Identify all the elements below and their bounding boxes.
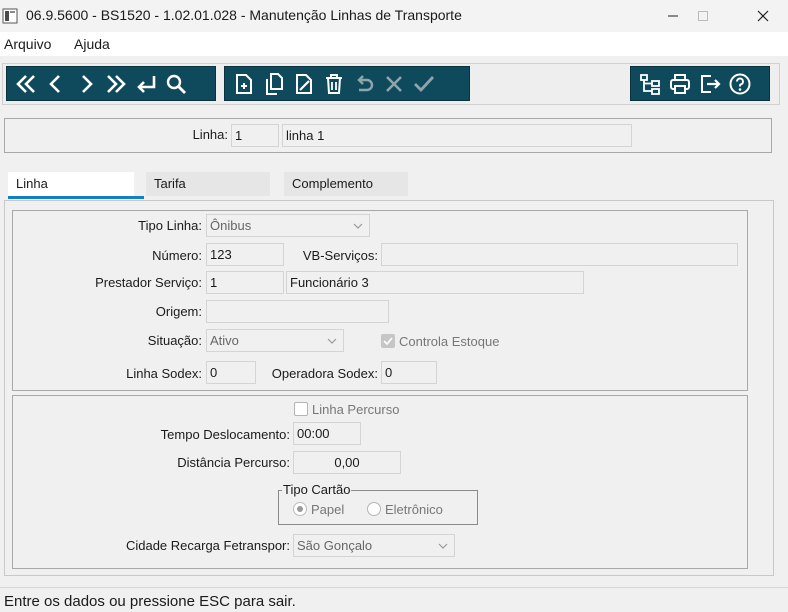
first-record-button[interactable] — [11, 67, 41, 100]
tempo-deslocamento-label: Tempo Deslocamento: — [160, 427, 290, 442]
status-text: Entre os dados ou pressione ESC para sai… — [4, 593, 296, 610]
utility-toolbar-group — [630, 66, 770, 101]
linha-percurso-label: Linha Percurso — [312, 402, 400, 417]
linha-sodex-label: Linha Sodex: — [126, 366, 202, 381]
checkmark-icon — [383, 337, 393, 346]
exit-button[interactable] — [695, 67, 725, 100]
window-title: 06.9.5600 - BS1520 - 1.02.01.028 - Manut… — [26, 7, 462, 23]
print-icon — [670, 73, 690, 94]
papel-label: Papel — [311, 502, 345, 517]
linha-code-field[interactable]: 1 — [231, 124, 279, 147]
tipo-linha-label: Tipo Linha: — [138, 218, 202, 233]
prestador-code-field[interactable]: 1 — [206, 271, 284, 294]
minimize-icon — [668, 15, 678, 17]
close-button[interactable] — [740, 0, 786, 32]
confirm-button[interactable] — [409, 67, 439, 100]
edit-button[interactable] — [289, 67, 319, 100]
controla-estoque-checkbox[interactable] — [381, 334, 395, 348]
cidade-recarga-label: Cidade Recarga Fetranspor: — [125, 538, 290, 553]
hierarchy-icon — [640, 73, 660, 95]
origem-label: Origem: — [155, 304, 202, 319]
prestador-servico-label: Prestador Serviço: — [95, 275, 202, 290]
menu-ajuda[interactable]: Ajuda — [74, 36, 110, 52]
next-icon — [82, 74, 93, 93]
linha-label: Linha: — [192, 127, 228, 142]
linha-description-field[interactable]: linha 1 — [282, 124, 632, 147]
undo-icon — [357, 74, 374, 91]
maximize-icon — [698, 11, 708, 21]
previous-icon — [49, 74, 60, 93]
menu-arquivo[interactable]: Arquivo — [4, 36, 51, 52]
tipo-cartao-label: Tipo Cartão — [282, 482, 352, 497]
maximize-button[interactable] — [680, 0, 726, 32]
hierarchy-button[interactable] — [635, 67, 665, 100]
eletronico-label: Eletrônico — [385, 502, 443, 517]
goto-icon — [137, 75, 156, 93]
vb-servicos-field[interactable] — [381, 243, 738, 266]
edit-icon — [296, 73, 312, 94]
copy-button[interactable] — [259, 67, 289, 100]
prestador-name-field[interactable]: Funcionário 3 — [286, 271, 584, 294]
distancia-percurso-label: Distância Percurso: — [177, 455, 290, 470]
close-icon — [757, 10, 769, 22]
last-icon — [107, 74, 126, 93]
operadora-sodex-label: Operadora Sodex: — [271, 366, 378, 381]
active-tab-indicator — [8, 196, 144, 199]
papel-radio[interactable] — [293, 502, 307, 516]
previous-record-button[interactable] — [41, 67, 71, 100]
linha-sodex-field[interactable]: 0 — [206, 361, 256, 384]
delete-button[interactable] — [319, 67, 349, 100]
tab-linha[interactable]: Linha — [8, 172, 134, 196]
help-icon — [729, 73, 751, 94]
cancel-icon — [386, 75, 402, 92]
distancia-percurso-field[interactable]: 0,00 — [293, 451, 401, 474]
confirm-icon — [414, 75, 435, 92]
app-icon — [2, 8, 18, 24]
search-button[interactable] — [161, 67, 191, 100]
cancel-button[interactable] — [379, 67, 409, 100]
numero-field[interactable]: 123 — [206, 243, 284, 266]
new-icon — [236, 73, 252, 94]
navigation-toolbar-group — [6, 66, 216, 101]
eletronico-radio[interactable] — [367, 502, 381, 516]
next-record-button[interactable] — [71, 67, 101, 100]
copy-icon — [266, 72, 283, 95]
tipo-linha-select[interactable]: Ônibus — [206, 214, 370, 237]
controla-estoque-label: Controla Estoque — [399, 334, 500, 349]
menu-bar — [0, 32, 788, 56]
chevron-down-icon — [438, 543, 448, 549]
tipo-linha-value: Ônibus — [210, 218, 252, 233]
origem-field[interactable] — [206, 300, 389, 323]
help-button[interactable] — [725, 67, 755, 100]
tempo-deslocamento-field[interactable]: 00:00 — [293, 422, 361, 445]
chevron-down-icon — [327, 338, 337, 344]
tab-tarifa[interactable]: Tarifa — [146, 172, 270, 196]
chevron-down-icon — [353, 223, 363, 229]
situacao-label: Situação: — [147, 333, 202, 348]
numero-label: Número: — [152, 248, 202, 263]
edit-toolbar-group — [224, 66, 470, 101]
last-record-button[interactable] — [101, 67, 131, 100]
linha-percurso-checkbox[interactable] — [294, 402, 308, 416]
first-icon — [16, 74, 35, 93]
operadora-sodex-field[interactable]: 0 — [381, 361, 437, 384]
exit-icon — [701, 74, 721, 93]
new-button[interactable] — [229, 67, 259, 100]
delete-icon — [326, 73, 342, 94]
vb-servicos-label: VB-Serviços: — [302, 248, 378, 263]
cidade-recarga-value: São Gonçalo — [297, 538, 373, 553]
cidade-recarga-select[interactable]: São Gonçalo — [293, 534, 455, 557]
tab-complemento[interactable]: Complemento — [284, 172, 408, 196]
goto-button[interactable] — [131, 67, 161, 100]
undo-button[interactable] — [349, 67, 379, 100]
print-button[interactable] — [665, 67, 695, 100]
situacao-select[interactable]: Ativo — [206, 329, 344, 352]
situacao-value: Ativo — [210, 333, 239, 348]
search-icon — [166, 74, 186, 94]
